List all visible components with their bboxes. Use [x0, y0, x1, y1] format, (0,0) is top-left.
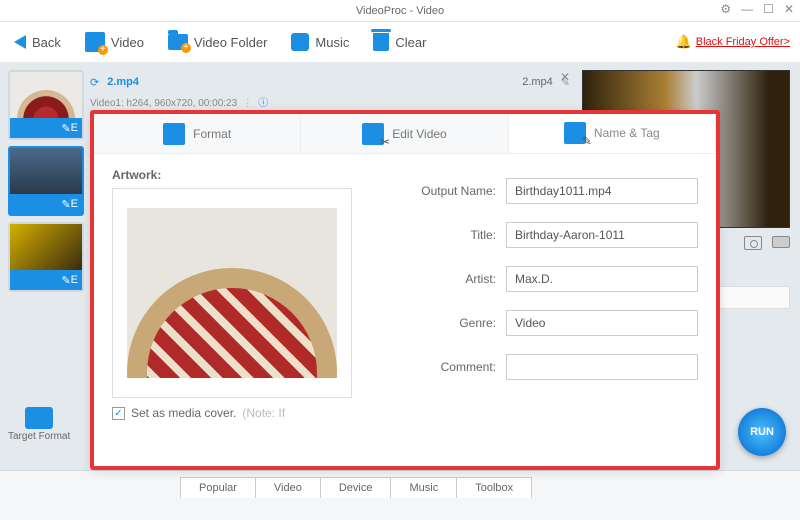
output-name-label: Output Name: [376, 184, 496, 198]
genre-label: Genre: [376, 316, 496, 330]
footer-tab[interactable]: Video [255, 477, 321, 498]
output-filename: 2.mp4 [522, 76, 553, 88]
add-video-folder-button[interactable]: Video Folder [162, 32, 273, 52]
run-button[interactable]: RUN [738, 408, 786, 456]
footer-tab[interactable]: Toolbox [456, 477, 532, 498]
artwork-label: Artwork: [112, 168, 352, 182]
artwork-thumbnail [127, 208, 337, 378]
footer-tab[interactable]: Music [390, 477, 457, 498]
thumb-item[interactable]: ✎ E [8, 70, 84, 140]
file-header: ⟳ 2.mp4 2.mp4 ✎ ✕ [90, 70, 570, 94]
minimize-icon[interactable]: — [741, 2, 753, 16]
target-format-button[interactable]: Target Format [8, 407, 70, 442]
back-arrow-icon [14, 35, 26, 49]
dialog-tabs: Format Edit Video Name & Tag [94, 114, 716, 154]
set-media-cover-checkbox[interactable]: ✓ Set as media cover. (Note: If [112, 406, 352, 420]
back-button[interactable]: Back [8, 33, 67, 52]
app-title: VideoProc - Video [356, 5, 444, 17]
video-folder-label: Video Folder [194, 35, 267, 50]
title-label: Title: [376, 228, 496, 242]
close-icon[interactable]: ✕ [784, 2, 794, 16]
tab-name-tag[interactable]: Name & Tag [509, 114, 716, 153]
artist-input[interactable] [506, 266, 698, 292]
back-label: Back [32, 35, 61, 50]
comment-label: Comment: [376, 360, 496, 374]
tab-format[interactable]: Format [94, 114, 301, 153]
output-name-input[interactable] [506, 178, 698, 204]
music-label: Music [315, 35, 349, 50]
thumb-item[interactable]: ✎ E [8, 222, 84, 292]
source-thumb-list: ✎ E ✎ E ✎ E [8, 70, 84, 292]
title-input[interactable] [506, 222, 698, 248]
offer-link[interactable]: Black Friday Offer> [696, 36, 790, 48]
bell-icon: 🔔 [676, 34, 692, 50]
name-tag-dialog: Format Edit Video Name & Tag Artwork: [90, 110, 720, 470]
name-tag-icon [564, 122, 586, 144]
add-video-button[interactable]: Video [79, 30, 150, 54]
checkbox-icon: ✓ [112, 407, 125, 420]
clear-label: Clear [395, 35, 426, 50]
footer-tab[interactable]: Device [320, 477, 392, 498]
artwork-frame[interactable] [112, 188, 352, 398]
comment-input[interactable] [506, 354, 698, 380]
maximize-icon[interactable]: ☐ [763, 2, 774, 16]
tab-edit-video[interactable]: Edit Video [301, 114, 508, 153]
genre-input[interactable] [506, 310, 698, 336]
trash-icon [373, 33, 389, 51]
close-icon[interactable]: ✕ [560, 70, 570, 84]
edit-video-icon [362, 123, 384, 145]
video-file-icon [85, 32, 105, 52]
folder-icon [168, 34, 188, 50]
source-filename: 2.mp4 [107, 76, 139, 88]
video-label: Video [111, 35, 144, 50]
open-folder-icon[interactable] [772, 236, 790, 248]
artist-label: Artist: [376, 272, 496, 286]
thumb-item[interactable]: ✎ E [8, 146, 84, 216]
promo-offer[interactable]: 🔔 Black Friday Offer> [676, 34, 790, 50]
content-area: ✎ E ✎ E ✎ E ⟳ 2.mp4 2.mp4 ✎ ✕ Video1: h2… [0, 62, 800, 470]
main-toolbar: Back Video Video Folder Music Clear 🔔 Bl… [0, 22, 800, 62]
format-icon [163, 123, 185, 145]
music-icon [291, 33, 309, 51]
title-bar: VideoProc - Video ⚙ — ☐ ✕ [0, 0, 800, 22]
refresh-icon[interactable]: ⟳ [90, 76, 99, 89]
snapshot-icon[interactable] [744, 236, 762, 250]
footer-tab[interactable]: Popular [180, 477, 256, 498]
add-music-button[interactable]: Music [285, 31, 355, 53]
settings-icon[interactable]: ⚙ [720, 2, 731, 16]
source-meta: Video1: h264, 960x720, 00:00:23 ⋮ ⓘ [90, 94, 520, 109]
target-format-icon [25, 407, 53, 429]
cover-note: (Note: If [242, 406, 285, 420]
clear-button[interactable]: Clear [367, 31, 432, 53]
footer-format-tabs: Popular Video Device Music Toolbox [0, 470, 800, 498]
